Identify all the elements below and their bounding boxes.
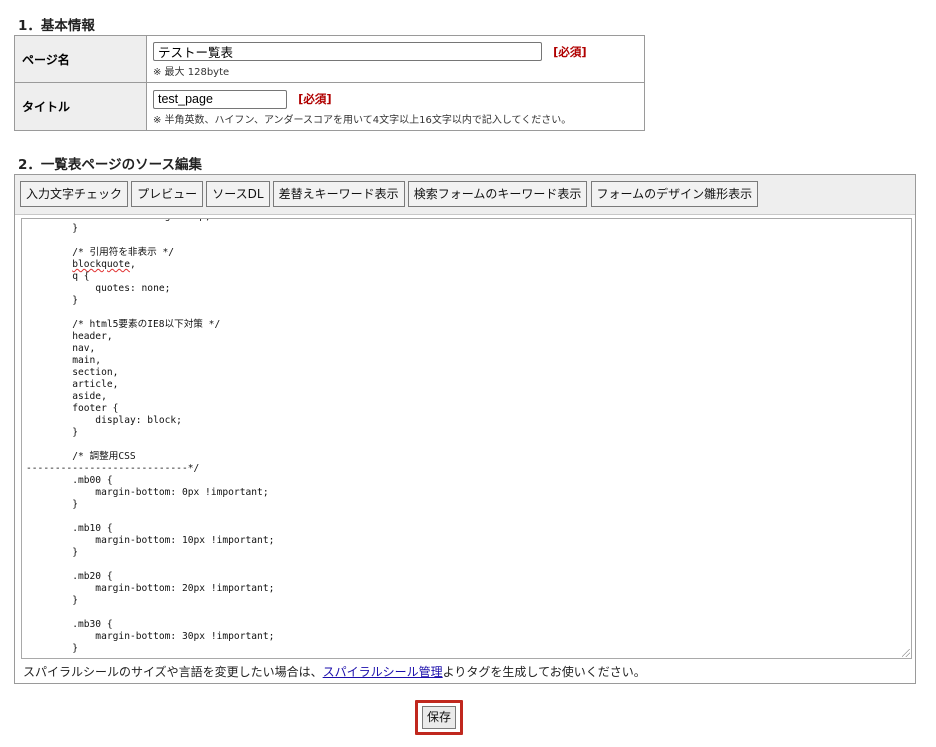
form-design-template-button[interactable]: フォームのデザイン雛形表示 [590, 181, 759, 207]
spiral-seal-admin-link[interactable]: スパイラルシール管理 [323, 665, 443, 679]
code-line: .mb30 { [26, 619, 113, 630]
code-line: margin-bottom: 30px !important; [26, 631, 275, 642]
basic-info-table: ページ名 [必須] ※ 最大 128byte タイトル [必須] ※ 半角英数、… [14, 35, 645, 131]
page-name-input[interactable] [153, 42, 542, 61]
source-download-button[interactable]: ソースDL [206, 181, 270, 207]
page-name-label: ページ名 [14, 35, 147, 83]
code-line: } [26, 427, 78, 438]
page-name-cell: [必須] ※ 最大 128byte [146, 35, 645, 83]
title-label: タイトル [14, 82, 147, 131]
code-line: quotes: none; [26, 283, 171, 294]
title-cell: [必須] ※ 半角英数、ハイフン、アンダースコアを用いて4文字以上16文字以内で… [146, 82, 645, 131]
code-line: } [26, 595, 78, 606]
source-code-content: vertical-align: top; } /* 引用符を非表示 */ blo… [26, 219, 275, 655]
code-line: ----------------------------*/ [26, 463, 200, 474]
source-editor-panel: 入力文字チェック プレビュー ソースDL 差替えキーワード表示 検索フォームのキ… [14, 174, 916, 684]
code-line: /* html5要素のIE8以下対策 */ [26, 319, 221, 330]
title-note: ※ 半角英数、ハイフン、アンダースコアを用いて4文字以上16文字以内で記入してく… [153, 114, 572, 126]
spellcheck-underline: blockquote [72, 259, 130, 270]
code-line: } [26, 547, 78, 558]
code-line: margin-bottom: 10px !important; [26, 535, 275, 546]
source-code-textarea[interactable]: vertical-align: top; } /* 引用符を非表示 */ blo… [21, 218, 912, 659]
code-line: header, [26, 331, 113, 342]
code-line: aside, [26, 391, 107, 402]
code-line: } [26, 643, 78, 654]
code-line: } [26, 223, 78, 234]
code-line: display: block; [26, 415, 182, 426]
code-line: } [26, 295, 78, 306]
save-button[interactable]: 保存 [422, 706, 456, 729]
input-char-check-button[interactable]: 入力文字チェック [20, 181, 129, 207]
spiral-seal-note-text-after: よりタグを生成してお使いください。 [442, 665, 646, 679]
replace-keyword-button[interactable]: 差替えキーワード表示 [272, 181, 405, 207]
page-name-required-badge: [必須] [553, 44, 587, 59]
code-line: .mb10 { [26, 523, 113, 534]
spiral-seal-note: スパイラルシールのサイズや言語を変更したい場合は、スパイラルシール管理よりタグを… [23, 663, 646, 680]
editor-toolbar: 入力文字チェック プレビュー ソースDL 差替えキーワード表示 検索フォームのキ… [15, 175, 915, 215]
title-required-badge: [必須] [298, 92, 332, 106]
code-line: article, [26, 379, 119, 390]
code-line: q { [26, 271, 90, 282]
code-line: .mb00 { [26, 475, 113, 486]
code-line: nav, [26, 343, 96, 354]
code-line: section, [26, 367, 119, 378]
code-line: margin-bottom: 20px !important; [26, 583, 275, 594]
code-line: main, [26, 355, 102, 366]
resize-handle-icon[interactable] [902, 649, 910, 657]
spiral-seal-note-text-before: スパイラルシールのサイズや言語を変更したい場合は、 [23, 665, 323, 679]
section-title-basic-info: 1．基本情報 [18, 18, 95, 34]
code-line: /* 引用符を非表示 */ [26, 247, 175, 258]
page-name-note: ※ 最大 128byte [153, 67, 230, 78]
search-form-keyword-button[interactable]: 検索フォームのキーワード表示 [407, 181, 588, 207]
preview-button[interactable]: プレビュー [131, 181, 204, 207]
save-button-highlight: 保存 [415, 700, 463, 735]
code-line: blockquote, [72, 259, 136, 270]
title-input[interactable] [153, 89, 287, 109]
code-line: margin-bottom: 0px !important; [26, 487, 269, 498]
code-line: /* 調整用CSS [26, 451, 136, 462]
code-line: footer { [26, 403, 119, 414]
section-title-source-edit: 2．一覧表ページのソース編集 [18, 157, 202, 173]
code-line: } [26, 499, 78, 510]
code-line: .mb20 { [26, 571, 113, 582]
